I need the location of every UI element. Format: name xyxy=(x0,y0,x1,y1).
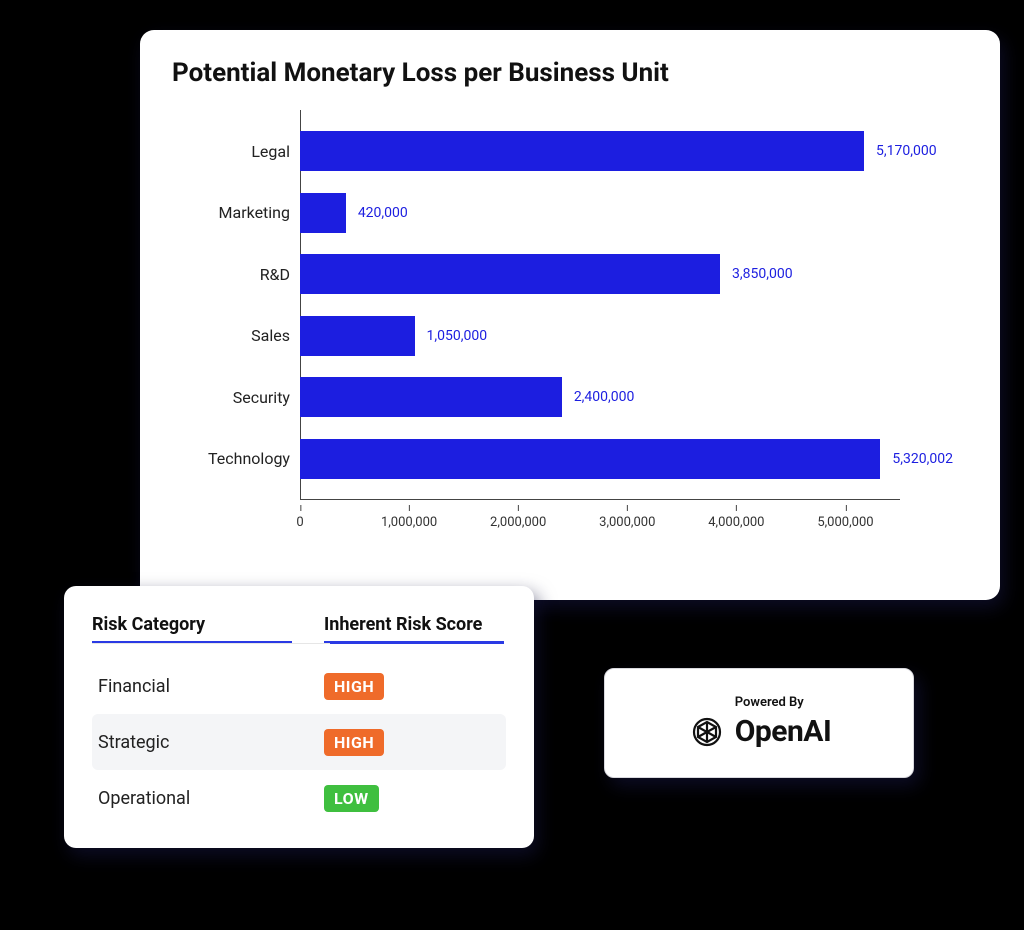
bar-value-label: 1,050,000 xyxy=(427,328,488,344)
openai-brand-text: OpenAI xyxy=(735,714,832,749)
bar xyxy=(300,316,415,356)
risk-table-card: Risk Category Inherent Risk Score Financ… xyxy=(64,586,534,848)
bar-row: Technology 5,320,002 xyxy=(300,439,953,479)
x-tick: 0 xyxy=(296,515,303,530)
bar-value-label: 5,320,002 xyxy=(892,451,953,467)
risk-badge: HIGH xyxy=(324,729,384,756)
bar-row: Sales 1,050,000 xyxy=(300,316,487,356)
risk-row: Operational LOW xyxy=(92,770,506,826)
openai-logo: OpenAI xyxy=(687,712,832,752)
column-header-score: Inherent Risk Score xyxy=(324,614,504,644)
bar-value-label: 5,170,000 xyxy=(876,143,937,159)
bar-row: R&D 3,850,000 xyxy=(300,254,793,294)
bar xyxy=(300,377,562,417)
risk-name: Strategic xyxy=(98,732,324,753)
risk-name: Financial xyxy=(98,676,324,697)
bar-value-label: 2,400,000 xyxy=(574,389,635,405)
bar-row: Security 2,400,000 xyxy=(300,377,634,417)
risk-table-header: Risk Category Inherent Risk Score xyxy=(92,614,506,644)
risk-table-body: Financial HIGH Strategic HIGH Operationa… xyxy=(92,658,506,826)
risk-badge: HIGH xyxy=(324,673,384,700)
bar-value-label: 420,000 xyxy=(358,205,408,221)
risk-row: Strategic HIGH xyxy=(92,714,506,770)
bar xyxy=(300,193,346,233)
bar-category-label: Security xyxy=(170,388,290,407)
risk-row: Financial HIGH xyxy=(92,658,506,714)
bar-value-label: 3,850,000 xyxy=(732,266,793,282)
bar-row: Marketing 420,000 xyxy=(300,193,408,233)
bar xyxy=(300,439,880,479)
risk-name: Operational xyxy=(98,788,324,809)
openai-icon xyxy=(687,712,727,752)
x-axis xyxy=(300,499,900,500)
bar-row: Legal 5,170,000 xyxy=(300,131,937,171)
bar-category-label: Sales xyxy=(170,326,290,345)
x-tick: 2,000,000 xyxy=(490,515,546,530)
bar xyxy=(300,131,864,171)
chart-title: Potential Monetary Loss per Business Uni… xyxy=(172,58,976,88)
chart-card: Potential Monetary Loss per Business Uni… xyxy=(140,30,1000,600)
x-tick: 3,000,000 xyxy=(599,515,655,530)
column-header-category: Risk Category xyxy=(92,614,292,644)
bar-category-label: R&D xyxy=(170,265,290,284)
bar-category-label: Technology xyxy=(170,449,290,468)
bar-category-label: Marketing xyxy=(170,203,290,222)
x-tick: 4,000,000 xyxy=(708,515,764,530)
column-header-category-label: Risk Category xyxy=(92,614,205,635)
powered-by-card: Powered By OpenAI xyxy=(604,668,914,778)
risk-badge: LOW xyxy=(324,785,379,812)
bar-category-label: Legal xyxy=(170,142,290,161)
x-tick: 5,000,000 xyxy=(817,515,873,530)
bar xyxy=(300,254,720,294)
powered-by-label: Powered By xyxy=(735,695,832,710)
x-tick: 1,000,000 xyxy=(381,515,437,530)
bar-chart: Legal 5,170,000 Marketing 420,000 R&D 3,… xyxy=(300,110,940,530)
